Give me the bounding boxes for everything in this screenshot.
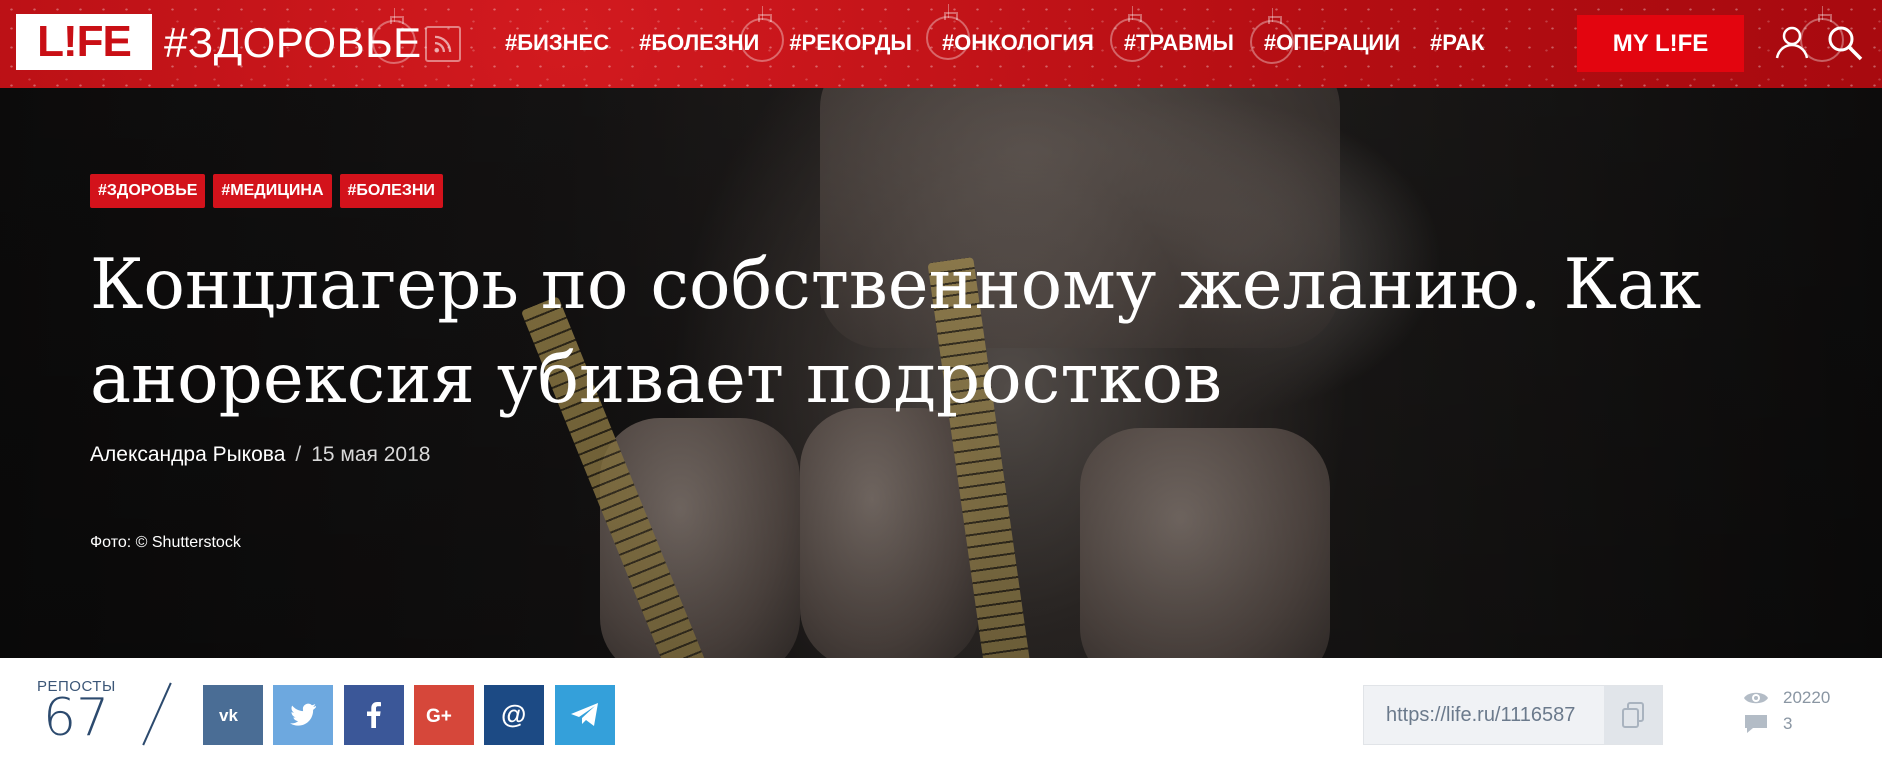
svg-text:vk: vk <box>219 706 238 725</box>
facebook-icon <box>367 702 381 728</box>
user-icon[interactable] <box>1773 24 1811 62</box>
reposts-count: 67 <box>43 688 110 748</box>
nav-item-injuries[interactable]: #ТРАВМЫ <box>1124 26 1234 60</box>
nav-item-diseases[interactable]: #БОЛЕЗНИ <box>639 26 759 60</box>
article-hero: #ЗДОРОВЬЕ #МЕДИЦИНА #БОЛЕЗНИ Концлагерь … <box>0 88 1882 658</box>
author-link[interactable]: Александра Рыкова <box>90 443 285 466</box>
my-life-button[interactable]: MY L!FE <box>1577 15 1744 72</box>
comment-icon <box>1745 715 1767 733</box>
divider <box>142 682 172 746</box>
comments-count: 3 <box>1783 714 1793 733</box>
share-url-field[interactable] <box>1386 703 1596 727</box>
telegram-icon <box>571 703 598 726</box>
vk-share-button[interactable]: vk <box>203 685 263 745</box>
twitter-share-button[interactable] <box>273 685 333 745</box>
mail-icon: @ <box>501 701 526 729</box>
google-plus-share-button[interactable]: G+ <box>414 685 474 745</box>
section-title[interactable]: #ЗДОРОВЬЕ <box>164 16 422 70</box>
views-stat: 20220 <box>1743 688 1830 708</box>
views-count: 20220 <box>1783 688 1831 707</box>
nav-item-operations[interactable]: #ОПЕРАЦИИ <box>1264 26 1400 60</box>
eye-icon <box>1744 692 1768 704</box>
svg-text:G+: G+ <box>426 706 452 725</box>
telegram-share-button[interactable] <box>555 685 615 745</box>
comments-stat[interactable]: 3 <box>1743 714 1792 734</box>
copy-icon[interactable] <box>1604 686 1662 744</box>
article-title: Концлагерь по собственному желанию. Как … <box>90 245 1702 419</box>
twitter-icon <box>290 703 316 726</box>
rss-icon[interactable] <box>425 26 461 62</box>
nav-item-cancer[interactable]: #РАК <box>1430 26 1484 60</box>
nav-item-oncology[interactable]: #ОНКОЛОГИЯ <box>942 26 1094 60</box>
topic-nav: #БИЗНЕС #БОЛЕЗНИ #РЕКОРДЫ #ОНКОЛОГИЯ #ТР… <box>505 26 1514 60</box>
photo-credit: Фото: © Shutterstock <box>90 534 241 551</box>
mail-share-button[interactable]: @ <box>484 685 544 745</box>
site-logo[interactable]: L!FE <box>16 14 152 70</box>
publish-date: 15 мая 2018 <box>311 443 431 466</box>
tag-diseases[interactable]: #БОЛЕЗНИ <box>339 174 443 208</box>
facebook-share-button[interactable] <box>344 685 404 745</box>
google-plus-icon: G+ <box>426 706 452 725</box>
svg-text:@: @ <box>501 701 526 729</box>
tag-health[interactable]: #ЗДОРОВЬЕ <box>90 174 206 208</box>
share-url-box <box>1363 685 1663 745</box>
nav-item-records[interactable]: #РЕКОРДЫ <box>789 26 912 60</box>
vk-icon: vk <box>219 706 238 725</box>
article-tags: #ЗДОРОВЬЕ #МЕДИЦИНА #БОЛЕЗНИ <box>90 174 443 208</box>
site-header: L!FE #ЗДОРОВЬЕ #БИЗНЕС #БОЛЕЗНИ #РЕКОРДЫ… <box>0 0 1882 88</box>
search-icon[interactable] <box>1826 24 1864 62</box>
share-bar: РЕПОСТЫ 67 vk G+ @ 20220 <box>0 658 1882 767</box>
byline: Александра Рыкова / 15 мая 2018 <box>90 440 430 470</box>
byline-separator: / <box>295 443 302 466</box>
tag-medicine[interactable]: #МЕДИЦИНА <box>213 174 332 208</box>
nav-item-business[interactable]: #БИЗНЕС <box>505 26 609 60</box>
